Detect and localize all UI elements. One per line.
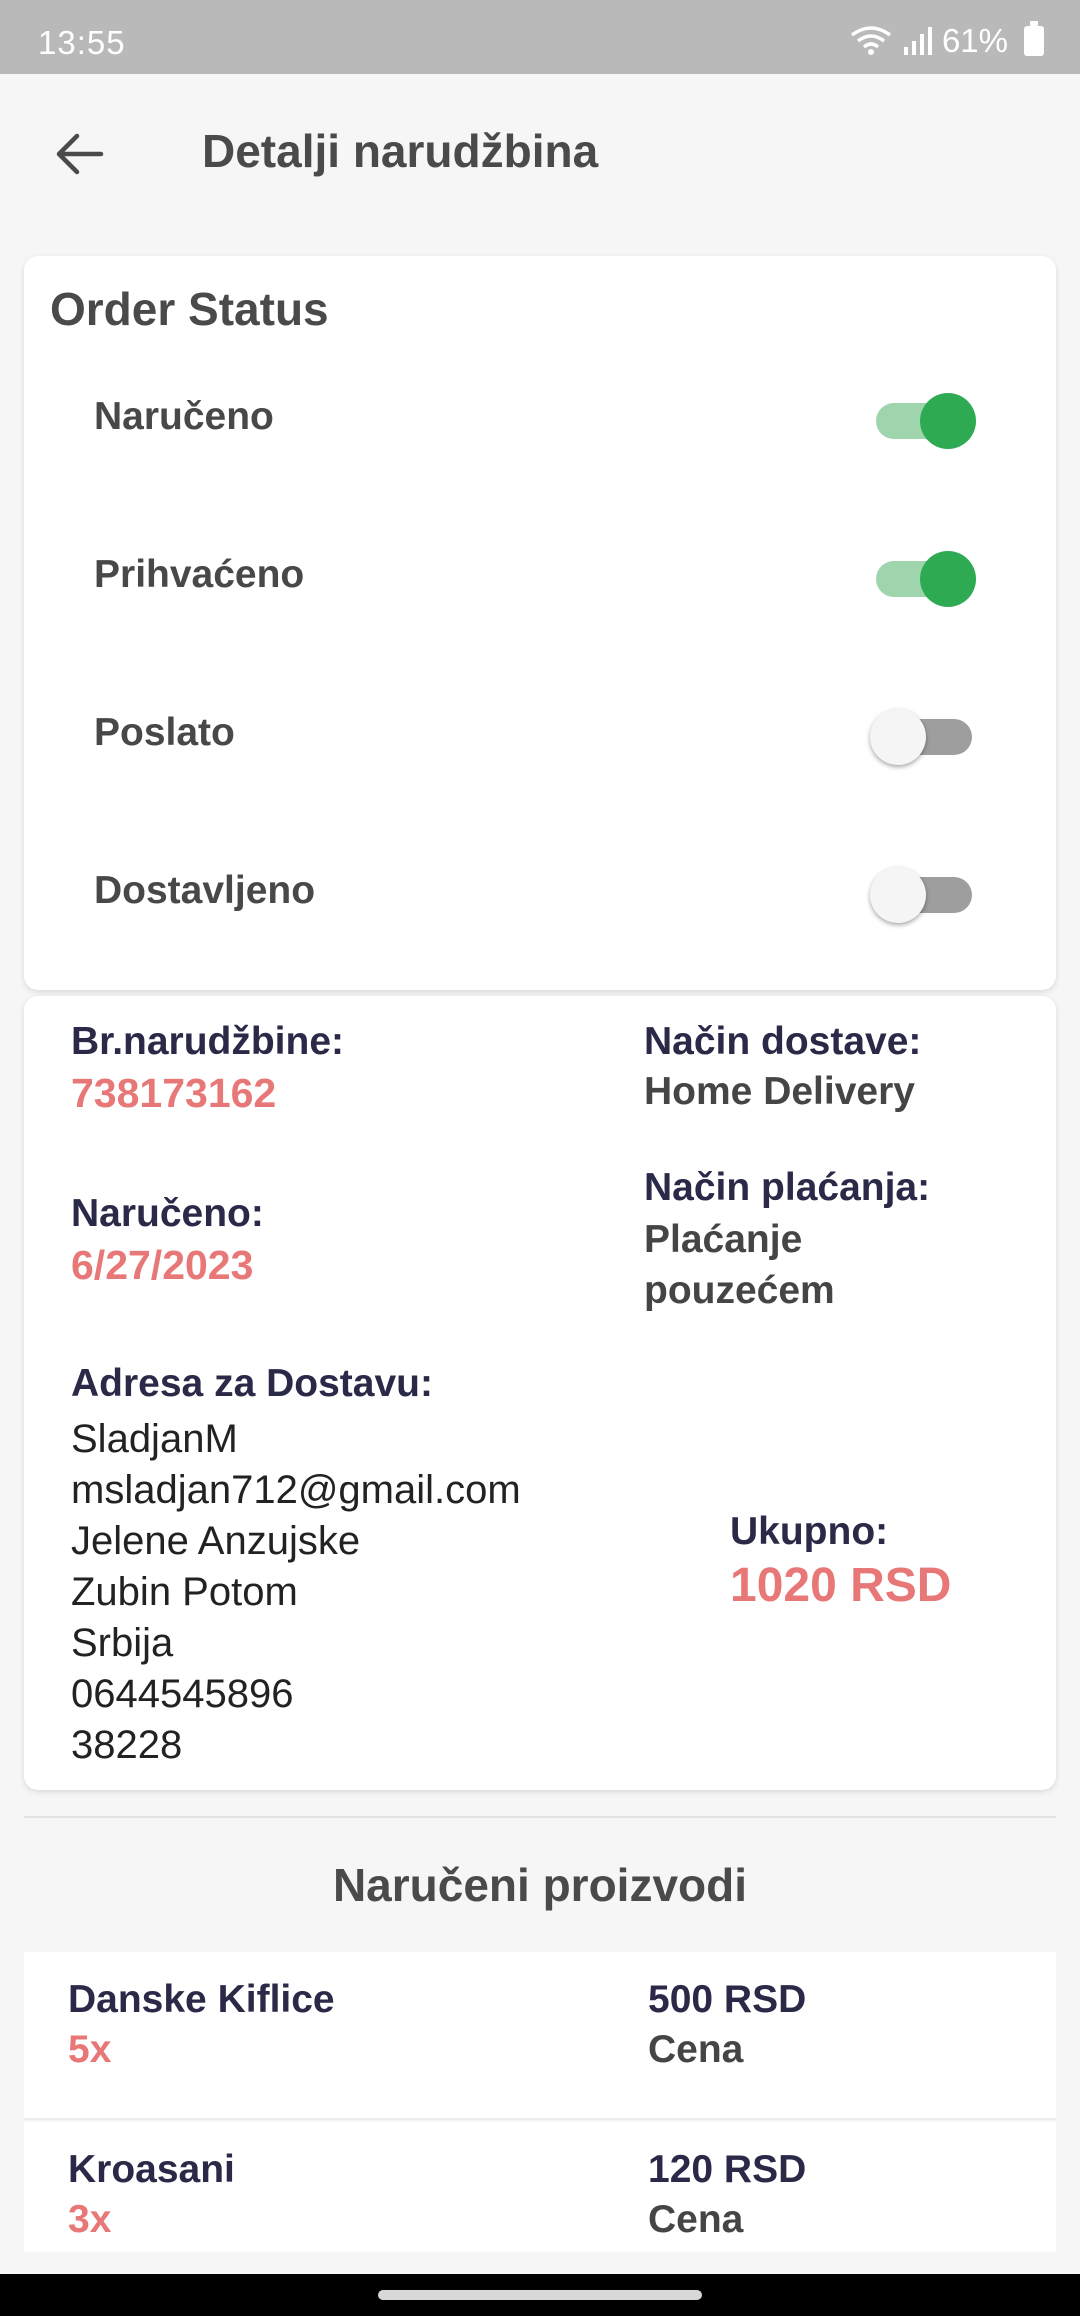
product-row[interactable]: Danske Kiflice 5x 500 RSD Cena <box>24 1952 1056 2120</box>
delivery-method-label: Način dostave: <box>644 1020 922 1063</box>
address-line: msladjan712@gmail.com <box>71 1468 521 1512</box>
ordered-products-title: Naručeni proizvodi <box>332 1859 748 1911</box>
ordered-date-label: Naručeno: <box>71 1192 264 1235</box>
address-line: Srbija <box>71 1621 174 1665</box>
address-line: SladjanM <box>71 1417 238 1461</box>
wifi-icon <box>850 26 891 55</box>
status-label: Prihvaćeno <box>94 553 305 596</box>
ordered-date-value: 6/27/2023 <box>71 1242 254 1288</box>
address-lines: SladjanM msladjan712@gmail.com Jelene An… <box>71 1414 521 1771</box>
total-value: 1020 RSD <box>730 1559 952 1612</box>
app-bar: Detalji narudžbina <box>0 74 1080 234</box>
status-row-poslato: Poslato <box>24 654 1056 812</box>
status-label: Poslato <box>94 711 235 754</box>
section-divider <box>24 1816 1056 1818</box>
page-title: Detalji narudžbina <box>202 125 599 177</box>
product-price-label: Cena <box>648 2028 744 2071</box>
product-row[interactable]: Kroasani 3x 120 RSD Cena <box>24 2122 1056 2252</box>
toggle-thumb <box>870 709 926 765</box>
status-time: 13:55 <box>38 24 126 61</box>
status-row-naruceno: Naručeno <box>24 338 1056 496</box>
address-line: 38228 <box>71 1723 183 1767</box>
status-row-dostavljeno: Dostavljeno <box>24 812 1056 970</box>
product-price-label: Cena <box>648 2198 744 2241</box>
status-label: Naručeno <box>94 395 274 438</box>
home-indicator[interactable] <box>378 2290 702 2300</box>
toggle-thumb <box>920 551 976 607</box>
order-number-label: Br.narudžbine: <box>71 1020 345 1063</box>
delivery-method-value: Home Delivery <box>644 1070 915 1113</box>
address-line: 0644545896 <box>71 1672 294 1716</box>
status-icons: 61% <box>850 21 1044 60</box>
status-row-prihvaceno: Prihvaćeno <box>24 496 1056 654</box>
payment-method-value: Plaćanje pouzećem <box>644 1218 835 1312</box>
address-label: Adresa za Dostavu: <box>71 1362 433 1405</box>
product-price: 120 RSD <box>648 2148 807 2191</box>
toggle-thumb <box>920 393 976 449</box>
order-details-card: Br.narudžbine: 738173162 Način dostave: … <box>24 996 1056 1790</box>
address-line: Zubin Potom <box>71 1570 298 1614</box>
arrow-left-icon <box>56 133 104 175</box>
product-quantity: 3x <box>68 2198 112 2241</box>
order-status-card: Order Status Naručeno Prihvaćeno Poslato… <box>24 256 1056 990</box>
status-bar: 13:55 61% <box>0 0 1080 74</box>
status-toggle-prihvaceno[interactable] <box>870 547 976 607</box>
products-list: Danske Kiflice 5x 500 RSD Cena Kroasani … <box>24 1952 1056 2252</box>
product-quantity: 5x <box>68 2028 112 2071</box>
status-toggle-dostavljeno[interactable] <box>870 863 972 923</box>
system-nav-bar <box>0 2274 1080 2316</box>
product-name: Danske Kiflice <box>68 1978 335 2021</box>
product-name: Kroasani <box>68 2148 235 2191</box>
battery-percent: 61% <box>941 22 1008 59</box>
toggle-thumb <box>870 867 926 923</box>
payment-method-label: Način plaćanja: <box>644 1166 931 1209</box>
back-button[interactable] <box>40 114 120 194</box>
order-status-heading: Order Status <box>50 283 329 335</box>
status-toggle-naruceno[interactable] <box>870 389 976 449</box>
status-toggle-poslato[interactable] <box>870 705 972 765</box>
order-number-value: 738173162 <box>71 1070 277 1116</box>
status-label: Dostavljeno <box>94 869 316 912</box>
product-price: 500 RSD <box>648 1978 807 2021</box>
total-label: Ukupno: <box>730 1510 889 1553</box>
battery-icon <box>1024 21 1044 56</box>
address-line: Jelene Anzujske <box>71 1519 361 1563</box>
signal-icon <box>903 27 932 55</box>
